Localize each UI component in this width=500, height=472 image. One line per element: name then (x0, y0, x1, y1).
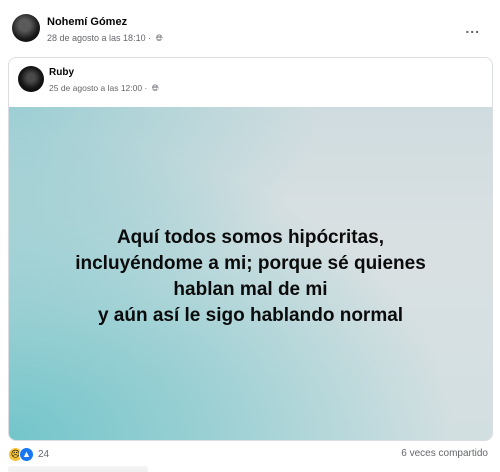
more-options-icon[interactable]: ... (465, 20, 480, 36)
reactions-summary[interactable]: ☹︎ ▲ 24 (8, 446, 49, 462)
text-post-background: Aquí todos somos hipócritas, incluyéndom… (9, 107, 492, 440)
author-name[interactable]: Nohemí Gómez (47, 16, 127, 28)
shared-author-name[interactable]: Ruby (49, 67, 74, 78)
author-avatar[interactable] (12, 14, 40, 42)
shared-post-header: Ruby 25 de agosto a las 12:00 · 🌐︎ (9, 58, 492, 107)
reaction-count: 24 (38, 448, 50, 460)
post-text-line: hablan mal de mi (173, 278, 328, 300)
globe-icon: 🌐︎ (155, 33, 163, 43)
post-footer: ☹︎ ▲ 24 6 veces compartido (8, 446, 488, 464)
post-timestamp[interactable]: 28 de agosto a las 18:10 · (47, 33, 151, 43)
globe-icon: 🌐︎ (151, 83, 159, 93)
shared-author-avatar[interactable] (18, 66, 44, 92)
like-reaction-icon: ▲ (19, 446, 34, 462)
post-text-line: incluyéndome a mi; porque sé quienes (75, 252, 426, 274)
shared-post-timestamp[interactable]: 25 de agosto a las 12:00 · (49, 83, 147, 93)
post-text-line: y aún así le sigo hablando normal (97, 304, 404, 326)
shared-post-card[interactable]: Ruby 25 de agosto a las 12:00 · 🌐︎ Aquí … (8, 57, 493, 441)
post-header: Nohemí Gómez 28 de agosto a las 18:10 · … (12, 14, 488, 48)
action-bar-partial (8, 466, 148, 472)
post-meta: 28 de agosto a las 18:10 · 🌐︎ (47, 33, 163, 44)
post-text: Aquí todos somos hipócritas, incluyéndom… (21, 225, 481, 329)
post-text-line: Aquí todos somos hipócritas, (116, 226, 385, 248)
shared-post-meta: 25 de agosto a las 12:00 · 🌐︎ (49, 83, 159, 94)
shares-count[interactable]: 6 veces compartido (401, 448, 488, 459)
